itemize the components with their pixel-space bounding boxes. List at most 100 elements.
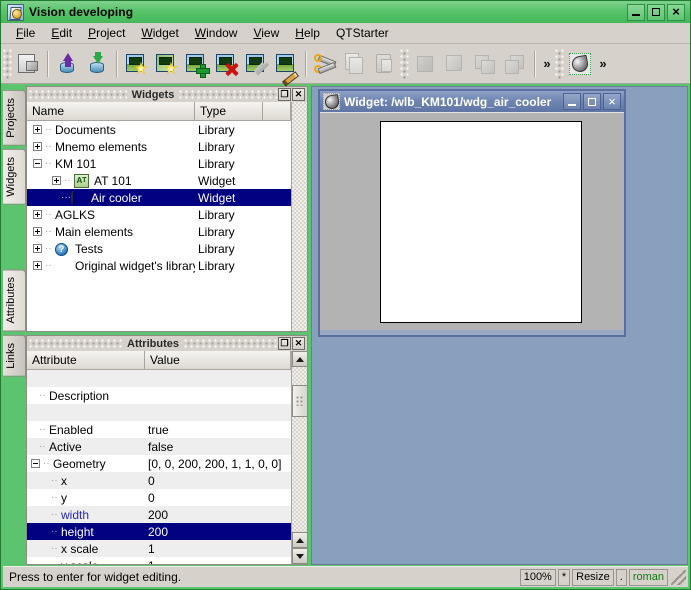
widget-canvas[interactable] [380,121,582,323]
align-front-icon[interactable] [440,48,470,80]
maximize-button[interactable] [647,4,665,21]
menu-file[interactable]: FFileile [8,24,43,42]
widgets-dock-titlebar[interactable]: Widgets ❐ ✕ [27,87,307,102]
expander-icon[interactable] [33,125,42,134]
widgets-tree-scrollbar[interactable] [291,102,307,331]
expander-icon[interactable] [33,227,42,236]
dock-drag-handle-right[interactable] [184,339,277,348]
mdi-workspace[interactable]: Widget: /wlb_KM101/wdg_air_cooler × En [311,86,688,565]
toolbar-grip-2[interactable] [400,49,409,79]
edit-widget-icon[interactable] [271,48,301,80]
table-row[interactable]: ··Description [27,387,291,404]
table-row[interactable]: ··y 0 [27,489,291,506]
expander-icon[interactable] [33,210,42,219]
table-row-selected[interactable]: ··height 200 [27,523,291,540]
widget-properties-icon[interactable] [241,48,271,80]
mdi-close-button[interactable]: × [603,93,621,110]
table-row[interactable]: ··KM 101 Library [27,155,291,172]
scroll-up-button-2[interactable] [292,532,308,548]
sidebar-tab-projects[interactable]: Projects [3,90,26,146]
column-header-type[interactable]: Type [195,102,263,120]
table-row[interactable]: ··Documents Library [27,121,291,138]
new-widget-library-icon[interactable] [151,48,181,80]
size-grip-icon[interactable] [671,570,686,585]
status-modified-indicator[interactable]: * [558,569,570,586]
load-from-db-icon[interactable] [52,48,82,80]
table-row[interactable]: ··Main elements Library [27,223,291,240]
menu-project[interactable]: Project [80,24,133,42]
table-row[interactable]: ··y scale 1 [27,557,291,564]
bring-forward-icon[interactable] [470,48,500,80]
close-icon[interactable]: ✕ [292,88,305,101]
status-dot-indicator[interactable]: . [616,569,627,586]
table-row[interactable]: ··AGLKS Library [27,206,291,223]
status-zoom-indicator[interactable]: 100% [520,569,556,586]
table-row[interactable]: ··?Tests Library [27,240,291,257]
table-row[interactable] [27,404,291,421]
menu-help[interactable]: Help [287,24,328,42]
scrollbar-thumb[interactable] [292,385,308,417]
scroll-up-button[interactable] [292,351,308,367]
expander-icon[interactable] [33,142,42,151]
expander-icon[interactable] [33,244,42,253]
attributes-dock-titlebar[interactable]: Attributes ❐ ✕ [27,336,307,351]
delete-widget-icon[interactable] [211,48,241,80]
table-row[interactable]: ··Mnemo elements Library [27,138,291,155]
close-button[interactable]: × [667,4,685,21]
table-row[interactable]: ··x 0 [27,472,291,489]
paste-icon[interactable] [370,48,400,80]
attributes-scrollbar[interactable] [291,351,307,564]
expander-icon[interactable] [52,176,61,185]
cut-icon[interactable] [310,48,340,80]
send-backward-icon[interactable] [500,48,530,80]
sidebar-tab-widgets[interactable]: Widgets [3,149,26,205]
table-row[interactable]: ··x scale 1 [27,540,291,557]
widget-editor-client[interactable] [320,112,624,335]
project-properties-icon[interactable] [13,48,43,80]
column-header-name[interactable]: Name [27,102,195,120]
scroll-down-button[interactable] [292,548,308,564]
table-row-selected[interactable]: ···Air cooler Widget [27,189,291,206]
column-header-attribute[interactable]: Attribute [27,351,145,369]
table-row[interactable] [27,370,291,387]
float-icon[interactable]: ❐ [278,337,291,350]
sidebar-tab-links[interactable]: Links [3,335,26,377]
table-row[interactable]: ··width 200 [27,506,291,523]
mdi-minimize-button[interactable] [563,93,581,110]
sidebar-tab-attributes[interactable]: Attributes [3,269,26,331]
menu-qtstarter[interactable]: QTStarter [328,24,397,42]
dock-drag-handle-right[interactable] [179,90,277,99]
table-row[interactable]: ··ATAT 101 Widget [27,172,291,189]
toolbar-grip[interactable] [3,49,12,79]
table-row[interactable]: ··Enabled true [27,421,291,438]
menu-view[interactable]: View [245,24,287,42]
new-library-icon[interactable] [121,48,151,80]
mdi-maximize-button[interactable] [583,93,601,110]
table-row[interactable]: ··Original widget's library Library [27,257,291,274]
menu-window[interactable]: Window [187,24,246,42]
status-mode-indicator[interactable]: Resize [572,569,614,586]
table-row[interactable]: ··Geometry [0, 0, 200, 200, 1, 1, 0, 0] [27,455,291,472]
minimize-button[interactable] [627,4,645,21]
widget-selection-icon[interactable] [565,48,595,80]
toolbar-overflow-button[interactable]: » [539,49,555,79]
column-header-value[interactable]: Value [145,351,291,369]
copy-icon[interactable] [340,48,370,80]
toolbar-overflow-button-2[interactable]: » [595,49,611,79]
dock-drag-handle[interactable] [29,339,122,348]
table-row[interactable]: ··Active false [27,438,291,455]
save-to-db-icon[interactable] [82,48,112,80]
dock-drag-handle[interactable] [29,90,127,99]
float-icon[interactable]: ❐ [278,88,291,101]
status-user-indicator[interactable]: roman [629,569,668,586]
widget-editor-titlebar[interactable]: Widget: /wlb_KM101/wdg_air_cooler × [320,91,624,112]
toolbar-grip-3[interactable] [555,49,564,79]
menu-edit[interactable]: Edit [43,24,80,42]
close-icon[interactable]: ✕ [292,337,305,350]
add-widget-icon[interactable] [181,48,211,80]
collapse-icon[interactable] [31,459,40,468]
menu-widget[interactable]: Widget [133,24,186,42]
expander-icon[interactable] [33,261,42,270]
align-solid-icon[interactable] [410,48,440,80]
collapse-icon[interactable] [33,159,42,168]
